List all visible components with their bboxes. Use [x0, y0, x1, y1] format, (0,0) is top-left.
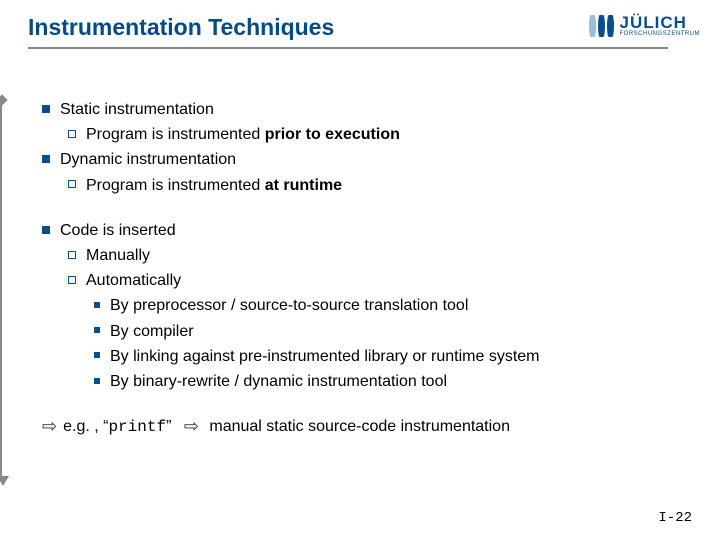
julich-logo: JÜLICH FORSCHUNGSZENTRUM — [589, 14, 701, 37]
text-dynamic-em: at runtime — [265, 177, 342, 194]
square-bullet-icon — [42, 226, 50, 234]
text-printf: printf — [108, 418, 166, 436]
left-border-icon — [0, 100, 4, 480]
page-number: I-22 — [658, 510, 692, 526]
text-manually: Manually — [86, 247, 150, 264]
text-static-em: prior to execution — [265, 126, 400, 143]
subbullet-dynamic: Program is instrumented at runtime — [68, 174, 690, 197]
text-static-title: Static instrumentation — [60, 101, 214, 118]
text-auto4: By binary-rewrite / dynamic instrumentat… — [110, 373, 447, 390]
bullet-code: Code is inserted — [42, 219, 690, 242]
text-dynamic-pre: Program is instrumented — [86, 177, 265, 194]
text-eg: e.g. , “ — [63, 418, 108, 435]
title-divider — [28, 47, 668, 49]
subsub-3: By linking against pre-instrumented libr… — [94, 345, 690, 368]
small-square-icon — [94, 302, 100, 308]
square-bullet-icon — [42, 155, 50, 163]
text-dynamic-title: Dynamic instrumentation — [60, 151, 236, 168]
arrow-right-icon: ⇨ — [42, 416, 57, 436]
text-static-pre: Program is instrumented — [86, 126, 265, 143]
hollow-square-icon — [68, 180, 76, 188]
text-final-after: manual static source-code instrumentatio… — [205, 418, 510, 435]
text-close-quote: ” — [166, 418, 171, 435]
text-automatically: Automatically — [86, 272, 181, 289]
title-row: Instrumentation Techniques JÜLICH FORSCH… — [0, 0, 720, 41]
small-square-icon — [94, 352, 100, 358]
small-square-icon — [94, 378, 100, 384]
subsub-1: By preprocessor / source-to-source trans… — [94, 294, 690, 317]
text-auto3: By linking against pre-instrumented libr… — [110, 348, 540, 365]
subbullet-automatically: Automatically — [68, 269, 690, 292]
hollow-square-icon — [68, 276, 76, 284]
logo-mark-icon — [589, 15, 614, 37]
logo-text: JÜLICH — [620, 14, 701, 31]
slide-title: Instrumentation Techniques — [28, 14, 334, 41]
text-code-title: Code is inserted — [60, 222, 176, 239]
hollow-square-icon — [68, 251, 76, 259]
bullet-dynamic: Dynamic instrumentation — [42, 148, 690, 171]
logo-subtext: FORSCHUNGSZENTRUM — [620, 31, 701, 37]
square-bullet-icon — [42, 105, 50, 113]
text-auto1: By preprocessor / source-to-source trans… — [110, 297, 468, 314]
arrow-right-icon: ⇨ — [184, 416, 199, 436]
subsub-4: By binary-rewrite / dynamic instrumentat… — [94, 370, 690, 393]
subbullet-manually: Manually — [68, 244, 690, 267]
subbullet-static: Program is instrumented prior to executi… — [68, 123, 690, 146]
text-auto2: By compiler — [110, 323, 194, 340]
bullet-static: Static instrumentation — [42, 98, 690, 121]
small-square-icon — [94, 327, 100, 333]
subsub-2: By compiler — [94, 320, 690, 343]
final-line: ⇨ e.g. , “printf” ⇨ manual static source-… — [42, 413, 690, 439]
content-body: Static instrumentation Program is instru… — [42, 98, 690, 439]
slide: Instrumentation Techniques JÜLICH FORSCH… — [0, 0, 720, 540]
hollow-square-icon — [68, 130, 76, 138]
